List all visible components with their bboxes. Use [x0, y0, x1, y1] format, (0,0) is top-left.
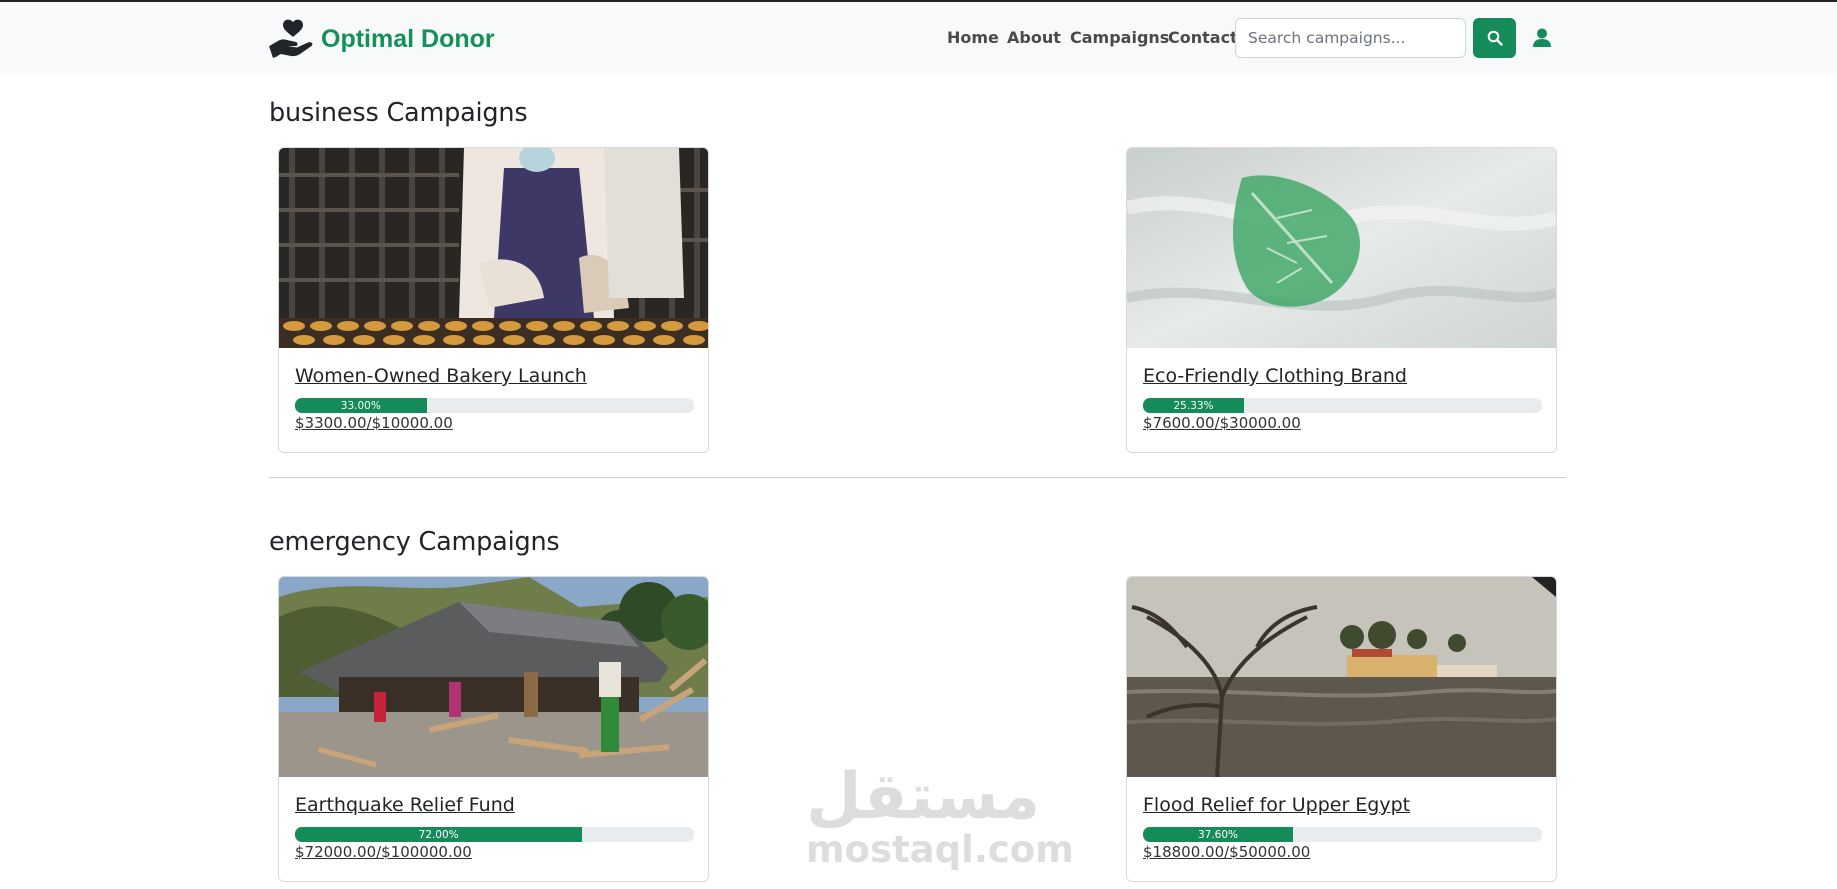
campaign-title[interactable]: Women-Owned Bakery Launch	[295, 365, 587, 387]
progress-track: 72.00%	[295, 827, 694, 842]
search-placeholder: Search campaigns...	[1248, 29, 1406, 47]
user-icon	[1533, 28, 1551, 47]
nav-about[interactable]: About	[1007, 28, 1061, 47]
campaign-amount[interactable]: $7600.00/$30000.00	[1143, 414, 1301, 432]
earthquake-debris-photo	[279, 577, 708, 777]
section-divider	[269, 477, 1566, 478]
brand-name: Optimal Donor	[321, 24, 495, 53]
progress-track: 33.00%	[295, 398, 694, 413]
progress-track: 25.33%	[1143, 398, 1542, 413]
campaign-card[interactable]: Eco-Friendly Clothing Brand 25.33% $7600…	[1126, 147, 1557, 453]
section-title-business: business Campaigns	[269, 98, 528, 128]
campaign-card[interactable]: Earthquake Relief Fund 72.00% $72000.00/…	[278, 576, 709, 882]
nav-home[interactable]: Home	[947, 28, 999, 47]
flood-photo	[1127, 577, 1556, 777]
watermark-logo: مستقل mostaql.com	[806, 760, 1074, 874]
progress-label: 37.60%	[1197, 828, 1239, 841]
campaign-card[interactable]: Flood Relief for Upper Egypt 37.60% $188…	[1126, 576, 1557, 882]
progress-bar: 25.33%	[1143, 398, 1245, 413]
progress-bar: 37.60%	[1143, 827, 1294, 842]
navbar: Optimal Donor Home About Campaigns Conta…	[0, 2, 1837, 73]
search-button[interactable]	[1473, 18, 1516, 58]
progress-track: 37.60%	[1143, 827, 1542, 842]
brand-link[interactable]: Optimal Donor	[269, 19, 495, 59]
campaign-image[interactable]	[279, 148, 708, 348]
nav-campaigns[interactable]: Campaigns	[1070, 28, 1169, 47]
campaign-amount[interactable]: $18800.00/$50000.00	[1143, 843, 1310, 861]
progress-bar: 72.00%	[295, 827, 583, 842]
user-account-button[interactable]	[1530, 24, 1554, 52]
heart-hand-icon	[269, 19, 313, 58]
search-input[interactable]: Search campaigns...	[1235, 18, 1466, 58]
watermark-latin: mostaql.com	[806, 828, 1074, 871]
bakery-photo	[279, 148, 708, 348]
progress-label: 33.00%	[340, 399, 381, 412]
campaign-title[interactable]: Earthquake Relief Fund	[295, 794, 515, 816]
campaign-title[interactable]: Eco-Friendly Clothing Brand	[1143, 365, 1407, 387]
campaign-image[interactable]	[1127, 148, 1556, 348]
campaign-image[interactable]	[1127, 577, 1556, 777]
campaign-title[interactable]: Flood Relief for Upper Egypt	[1143, 794, 1410, 816]
nav-contact[interactable]: Contact	[1168, 28, 1238, 47]
progress-label: 25.33%	[1173, 399, 1214, 412]
leaf-fabric-photo	[1127, 148, 1556, 348]
watermark-arabic: مستقل	[806, 760, 1041, 834]
campaign-card[interactable]: Women-Owned Bakery Launch 33.00% $3300.0…	[278, 147, 709, 453]
campaign-image[interactable]	[279, 577, 708, 777]
progress-label: 72.00%	[418, 828, 459, 841]
progress-bar: 33.00%	[295, 398, 427, 413]
campaign-amount[interactable]: $3300.00/$10000.00	[295, 414, 453, 432]
campaign-amount[interactable]: $72000.00/$100000.00	[295, 843, 472, 861]
section-title-emergency: emergency Campaigns	[269, 527, 560, 557]
search-icon	[1487, 30, 1503, 46]
